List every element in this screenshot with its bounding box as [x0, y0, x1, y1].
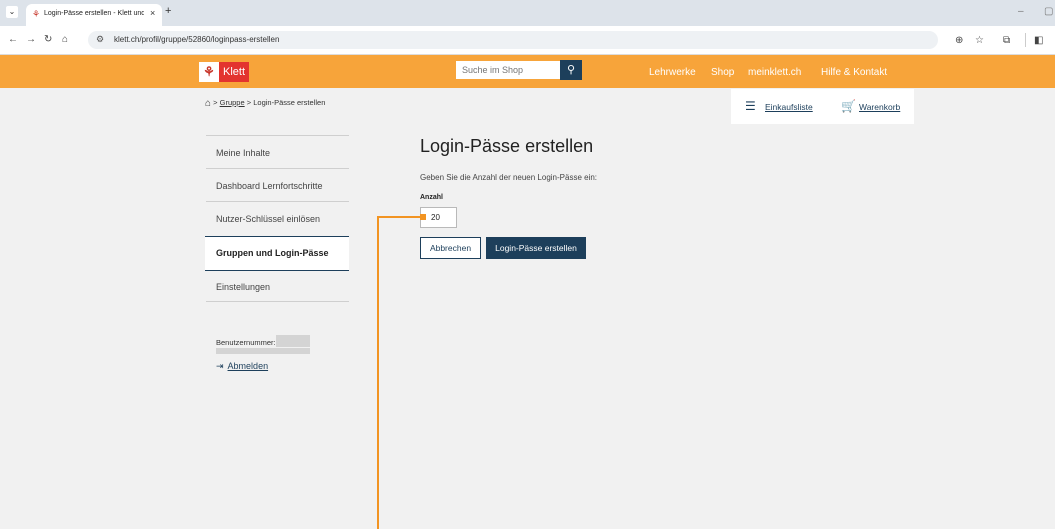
nav-meinklett[interactable]: meinklett.ch	[748, 67, 801, 78]
sidebar-item-nutzer-schluessel[interactable]: Nutzer-Schlüssel einlösen	[216, 214, 320, 224]
breadcrumb-current: Login-Pässe erstellen	[253, 98, 326, 107]
page-title: Login-Pässe erstellen	[420, 136, 594, 156]
nav-hilfe-kontakt[interactable]: Hilfe & Kontakt	[821, 67, 887, 78]
site-info-icon[interactable]: ⚙	[96, 34, 104, 45]
home-button-icon[interactable]: ⌂	[62, 34, 68, 45]
sidebar-divider	[206, 201, 349, 202]
cart-link[interactable]: Warenkorb	[859, 102, 900, 112]
nav-lehrwerke[interactable]: Lehrwerke	[649, 67, 696, 78]
sidebar-item-meine-inhalte[interactable]: Meine Inhalte	[216, 148, 270, 158]
home-icon[interactable]: ⌂	[205, 98, 211, 109]
tab-search-icon[interactable]: ⌄	[6, 6, 18, 18]
new-tab-button[interactable]: +	[165, 5, 171, 17]
logout-link[interactable]: ⇥ Abmelden	[216, 361, 268, 372]
search-button[interactable]: ⚲	[560, 60, 582, 80]
breadcrumb-separator: >	[246, 98, 252, 107]
redacted-user-info	[216, 348, 310, 354]
sidebar-divider	[206, 135, 349, 136]
back-icon[interactable]: ←	[8, 34, 18, 45]
breadcrumb: ⌂ > Gruppe > Login-Pässe erstellen	[205, 98, 325, 109]
user-number-label: Benutzernummer:	[216, 338, 276, 347]
klett-logo-text: Klett	[219, 62, 249, 82]
instruction-text: Geben Sie die Anzahl der neuen Login-Päs…	[420, 173, 598, 182]
extensions-icon[interactable]: ⧉	[1003, 35, 1010, 46]
breadcrumb-separator: >	[213, 98, 218, 107]
annotation-line-vertical	[377, 216, 379, 529]
sidebar-item-einstellungen[interactable]: Einstellungen	[216, 282, 270, 292]
browser-tab[interactable]: ⚘ Login-Pässe erstellen - Klett und ×	[26, 4, 162, 26]
reload-icon[interactable]: ↻	[44, 34, 52, 45]
search-icon: ⚲	[566, 64, 576, 76]
address-bar[interactable]: ⚙ klett.ch/profil/gruppe/52860/loginpass…	[88, 31, 938, 49]
annotation-marker	[420, 214, 426, 220]
tab-close-icon[interactable]: ×	[150, 8, 155, 18]
shop-search-input[interactable]	[456, 61, 568, 79]
sidebar-item-label: Gruppen und Login-Pässe	[216, 248, 329, 258]
bookmark-star-icon[interactable]: ☆	[975, 35, 984, 46]
logout-icon: ⇥	[216, 361, 224, 371]
sidebar-item-dashboard[interactable]: Dashboard Lernfortschritte	[216, 181, 323, 191]
minimize-button[interactable]: –	[1018, 6, 1024, 17]
sidebar-item-gruppen[interactable]: Gruppen und Login-Pässe	[205, 236, 349, 271]
forward-icon[interactable]: →	[26, 34, 36, 45]
toolbar-divider	[1025, 33, 1026, 47]
redacted-user-number	[276, 335, 310, 347]
url-text[interactable]: klett.ch/profil/gruppe/52860/loginpass-e…	[114, 35, 279, 44]
quantity-label: Anzahl	[420, 194, 443, 201]
wishlist-link[interactable]: Einkaufsliste	[765, 102, 813, 112]
zoom-icon[interactable]: ⊕	[955, 35, 963, 46]
list-icon[interactable]: ☰	[745, 99, 756, 113]
sidebar-divider	[206, 301, 349, 302]
klett-logo-mark-icon: ⚘	[199, 62, 219, 82]
side-panel-icon[interactable]: ◧	[1034, 35, 1043, 46]
logout-label: Abmelden	[227, 361, 269, 371]
sidebar-divider	[206, 168, 349, 169]
tab-title: Login-Pässe erstellen - Klett und	[44, 10, 144, 17]
create-login-passes-button[interactable]: Login-Pässe erstellen	[486, 237, 586, 259]
breadcrumb-gruppe[interactable]: Gruppe	[220, 98, 245, 107]
restore-button[interactable]: ▢	[1044, 6, 1053, 17]
annotation-line-horizontal	[377, 216, 422, 218]
shop-panel: ☰ Einkaufsliste 🛒 Warenkorb	[731, 89, 914, 124]
nav-shop[interactable]: Shop	[711, 67, 734, 78]
klett-favicon-icon: ⚘	[32, 9, 41, 19]
cart-icon[interactable]: 🛒	[841, 99, 856, 113]
cancel-button[interactable]: Abbrechen	[420, 237, 481, 259]
